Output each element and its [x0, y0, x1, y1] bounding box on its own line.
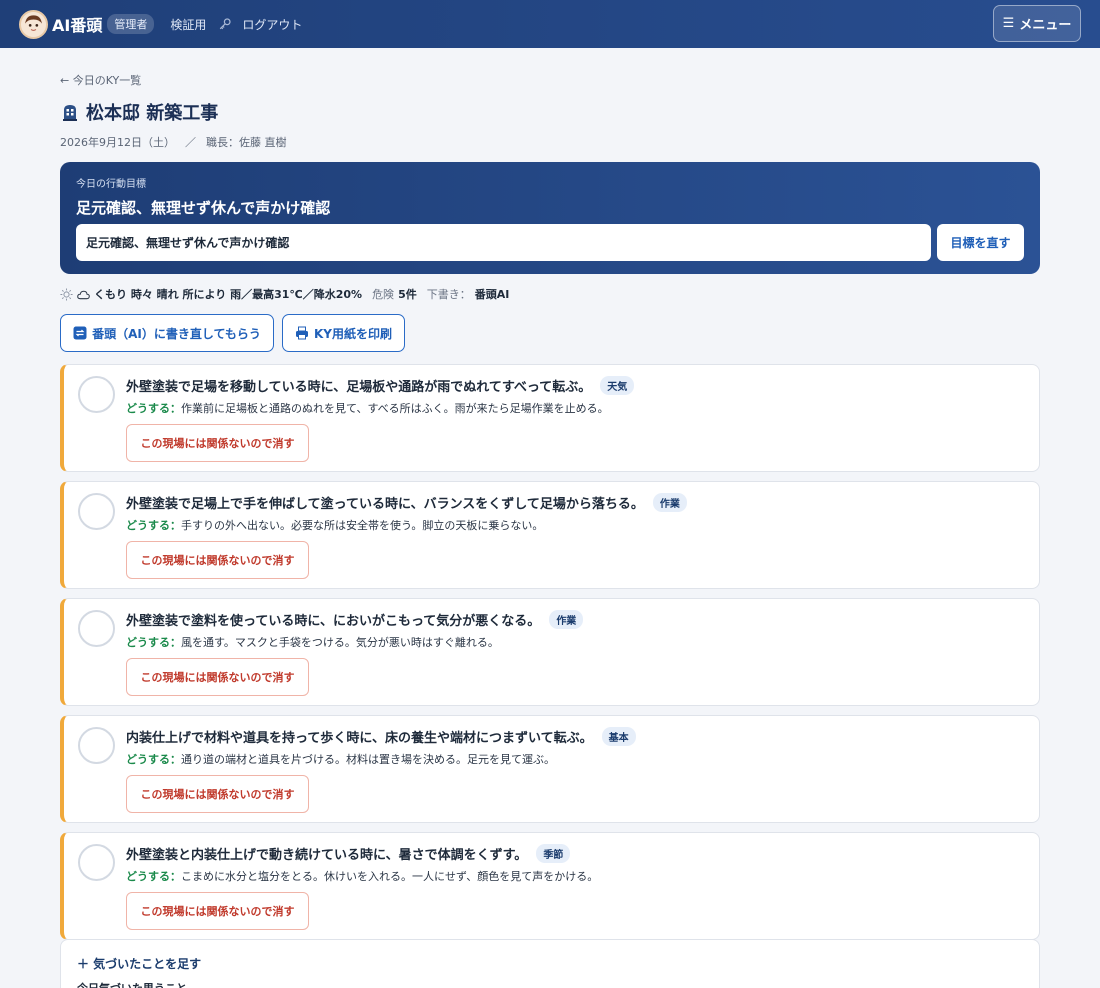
risk-card: 外壁塗装と内装仕上げで動き続けている時に、暑さで体調をくずす。 季節 どうする：… — [60, 832, 1040, 940]
sun-icon — [60, 287, 73, 301]
draft-author: 番頭AI — [474, 288, 510, 301]
dismiss-risk-button[interactable]: この現場には関係ないので消す — [126, 775, 309, 813]
risk-category-tag: 作業 — [549, 610, 584, 629]
ai-rewrite-label: 番頭（AI）に書き直してもらう — [92, 326, 261, 341]
print-ky-button[interactable]: KY用紙を印刷 — [282, 314, 405, 352]
menu-button[interactable]: ☰ メニュー — [993, 5, 1081, 42]
key-icon — [220, 18, 231, 30]
hamburger-icon: ☰ — [1002, 16, 1015, 31]
page-title-row: 松本邸 新築工事 — [60, 99, 1040, 125]
main-content: ← 今日のKY一覧 松本邸 新築工事 2026年9月12日（土） ／ 職長：佐藤… — [60, 48, 1040, 949]
risk-checkbox[interactable] — [78, 493, 115, 530]
printer-icon — [296, 326, 308, 340]
risk-category-tag: 季節 — [536, 844, 571, 863]
risk-checkbox[interactable] — [78, 844, 115, 881]
risk-category-tag: 基本 — [601, 727, 636, 746]
risk-checkbox[interactable] — [78, 727, 115, 764]
work-date: 2026年9月12日（土） — [60, 136, 175, 149]
dismiss-risk-button[interactable]: この現場には関係ないので消す — [126, 424, 309, 462]
page-meta: 2026年9月12日（土） ／ 職長：佐藤 直樹 — [60, 134, 1040, 150]
top-navigation-bar: AI番頭 管理者 検証用 ログアウト ☰ メニュー — [0, 0, 1100, 48]
goal-text: 足元確認、無理せず休んで声かけ確認 — [76, 199, 331, 217]
risk-count-label: 危険 — [372, 288, 395, 301]
print-ky-label: KY用紙を印刷 — [314, 326, 392, 341]
cloud-icon — [77, 290, 90, 299]
risk-title: 外壁塗装で塗料を使っている時に、においがこもって気分が悪くなる。 — [126, 614, 541, 629]
role-badge: 管理者 — [107, 14, 155, 34]
risk-countermeasure: 手すりの外へ出ない。必要な所は安全帯を使う。脚立の天板に乗らない。 — [181, 519, 544, 532]
risk-card: 内装仕上げで材料や道具を持って歩く時に、床の養生や端材につまずいて転ぶ。 基本 … — [60, 715, 1040, 823]
risk-title: 外壁塗装と内装仕上げで動き続けている時に、暑さで体調をくずす。 — [126, 848, 528, 863]
page-title: 松本邸 新築工事 — [86, 103, 219, 124]
dismiss-risk-button[interactable]: この現場には関係ないので消す — [126, 541, 309, 579]
how-label: どうする： — [126, 753, 181, 766]
risk-checkbox[interactable] — [78, 376, 115, 413]
risk-list: 外壁塗装で足場を移動している時に、足場板や通路が雨でぬれてすべって転ぶ。 天気 … — [60, 364, 1040, 940]
goal-label: 今日の行動目標 — [76, 179, 146, 190]
risk-card: 外壁塗装で足場上で手を伸ばして塗っている時に、バランスをくずして足場から落ちる。… — [60, 481, 1040, 589]
how-label: どうする： — [126, 636, 181, 649]
back-link[interactable]: ← 今日のKY一覧 — [60, 72, 1040, 87]
meta-separator: ／ — [185, 136, 196, 149]
risk-card: 外壁塗装で足場を移動している時に、足場板や通路が雨でぬれてすべって転ぶ。 天気 … — [60, 364, 1040, 472]
risk-category-tag: 天気 — [600, 376, 635, 395]
add-note-title[interactable]: ＋ 気づいたことを足す — [77, 955, 1023, 972]
risk-title: 内装仕上げで材料や道具を持って歩く時に、床の養生や端材につまずいて転ぶ。 — [126, 731, 593, 746]
daily-goal-panel: 今日の行動目標 足元確認、無理せず休んで声かけ確認 目標を直す — [60, 162, 1040, 274]
nav-link-verification[interactable]: 検証用 — [170, 16, 206, 33]
building-icon — [63, 105, 77, 121]
avatar[interactable] — [19, 9, 48, 39]
weather-text: くもり 時々 晴れ 所により 雨／最高31℃／降水20% — [94, 288, 363, 301]
menu-button-label: メニュー — [1019, 18, 1072, 33]
risk-title: 外壁塗装で足場上で手を伸ばして塗っている時に、バランスをくずして足場から落ちる。 — [126, 497, 644, 512]
logout-link[interactable]: ログアウト — [242, 16, 302, 33]
risk-card: 外壁塗装で塗料を使っている時に、においがこもって気分が悪くなる。 作業 どうする… — [60, 598, 1040, 706]
add-note-subtitle: 今日気づいた思うこと — [77, 980, 1023, 988]
dismiss-risk-button[interactable]: この現場には関係ないので消す — [126, 892, 309, 930]
risk-countermeasure: こまめに水分と塩分をとる。休けいを入れる。一人にせず、顔色を見て声をかける。 — [181, 870, 599, 883]
risk-category-tag: 作業 — [652, 493, 687, 512]
weather-summary: くもり 時々 晴れ 所により 雨／最高31℃／降水20% 危険 5件 下書き： … — [60, 287, 1040, 301]
rewrite-icon — [73, 326, 87, 340]
risk-countermeasure: 作業前に足場板と通路のぬれを見て、すべる所はふく。雨が来たら足場作業を止める。 — [181, 402, 609, 415]
avatar-face-icon — [21, 11, 46, 37]
how-label: どうする： — [126, 870, 181, 883]
risk-count: 5件 — [398, 288, 417, 301]
app-brand[interactable]: AI番頭 — [52, 12, 102, 36]
add-note-panel[interactable]: ＋ 気づいたことを足す 今日気づいた思うこと — [60, 939, 1040, 988]
risk-checkbox[interactable] — [78, 610, 115, 647]
risk-countermeasure: 風を通す。マスクと手袋をつける。気分が悪い時はすぐ離れる。 — [181, 636, 499, 649]
dismiss-risk-button[interactable]: この現場には関係ないので消す — [126, 658, 309, 696]
draft-label: 下書き： — [426, 288, 471, 301]
how-label: どうする： — [126, 402, 181, 415]
action-buttons: 番頭（AI）に書き直してもらう KY用紙を印刷 — [60, 314, 1040, 352]
goal-input[interactable] — [76, 224, 931, 261]
ai-rewrite-button[interactable]: 番頭（AI）に書き直してもらう — [60, 314, 274, 352]
risk-title: 外壁塗装で足場を移動している時に、足場板や通路が雨でぬれてすべって転ぶ。 — [126, 380, 592, 395]
how-label: どうする： — [126, 519, 181, 532]
risk-countermeasure: 通り道の端材と道具を片づける。材料は置き場を決める。足元を見て運ぶ。 — [181, 753, 555, 766]
foreman-name: 職長：佐藤 直樹 — [206, 136, 287, 149]
edit-goal-button[interactable]: 目標を直す — [937, 224, 1024, 261]
